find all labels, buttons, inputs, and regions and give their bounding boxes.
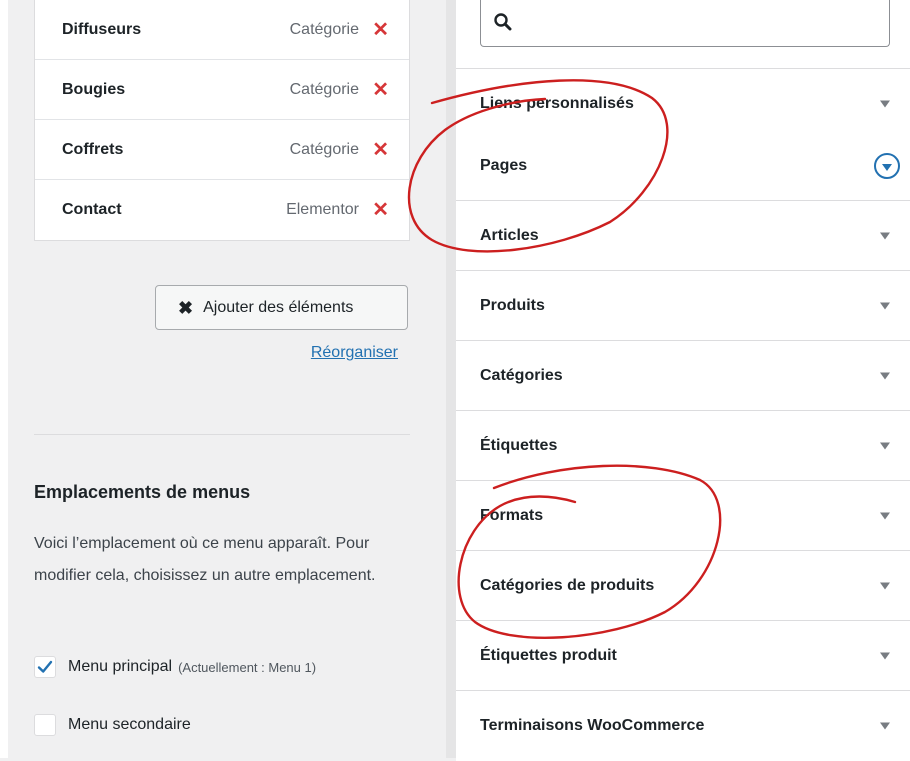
accordion-custom-links[interactable]: Liens personnalisés (456, 69, 910, 139)
chevron-down-icon[interactable] (880, 722, 890, 730)
location-option-secondary[interactable]: Menu secondaire (34, 714, 191, 736)
accordion-title: Catégories de produits (480, 576, 655, 594)
location-label: Menu secondaire (68, 716, 191, 733)
accordion-tags[interactable]: Étiquettes (456, 411, 910, 481)
menu-item[interactable]: Bougies Catégorie ✕ (35, 60, 409, 120)
menu-item[interactable]: Diffuseurs Catégorie ✕ (35, 0, 409, 60)
menu-locations-heading: Emplacements de menus (34, 482, 251, 502)
add-items-label: Ajouter des éléments (203, 298, 354, 316)
menu-item-type: Catégorie (289, 140, 359, 158)
delete-icon[interactable]: ✕ (372, 200, 389, 220)
chevron-down-icon[interactable] (880, 100, 890, 107)
menu-item-title: Bougies (62, 80, 126, 98)
chevron-down-icon[interactable] (880, 652, 890, 659)
delete-icon[interactable]: ✕ (372, 20, 389, 40)
accordion-title: Étiquettes (480, 436, 558, 454)
secondary-menu-checkbox[interactable] (34, 714, 56, 736)
accordion-title: Formats (480, 506, 544, 524)
menu-locations-description: Voici l’emplacement où ce menu apparaît.… (34, 535, 376, 584)
accordion-title: Produits (480, 296, 545, 314)
menu-items-list: Diffuseurs Catégorie ✕ Bougies Catégorie… (34, 0, 410, 241)
chevron-down-icon[interactable] (880, 302, 890, 309)
menu-item-type: Catégorie (289, 80, 359, 98)
accordion-title: Pages (480, 156, 528, 174)
accordion-woocommerce-endpoints[interactable]: Terminaisons WooCommerce (456, 691, 910, 761)
accordion-pages[interactable]: Pages (456, 131, 910, 201)
menu-item-type: Elementor (286, 201, 359, 218)
column-separator (446, 0, 456, 758)
menu-item-type: Catégorie (289, 20, 359, 38)
chevron-down-icon[interactable] (874, 152, 900, 179)
left-edge (0, 0, 8, 758)
chevron-down-icon[interactable] (880, 512, 890, 519)
accordion-title: Terminaisons WooCommerce (480, 717, 705, 734)
chevron-down-icon[interactable] (880, 442, 890, 449)
accordion-title: Articles (480, 226, 539, 244)
menu-item-title: Coffrets (62, 140, 124, 158)
accordion-title: Catégories (480, 366, 563, 384)
add-items-button[interactable]: ✖ Ajouter des éléments (155, 285, 408, 330)
search-input[interactable] (480, 0, 890, 47)
accordion-formats[interactable]: Formats (456, 481, 910, 551)
chevron-down-icon[interactable] (880, 232, 890, 239)
accordion-title: Étiquettes produit (480, 646, 617, 664)
delete-icon[interactable]: ✕ (372, 80, 389, 100)
primary-menu-checkbox[interactable] (34, 656, 56, 678)
menu-item-title: Diffuseurs (62, 20, 142, 38)
accordion-product-tags[interactable]: Étiquettes produit (456, 621, 910, 691)
checkmark-icon (37, 660, 53, 673)
menu-item[interactable]: Coffrets Catégorie ✕ (35, 120, 409, 180)
reorganize-link[interactable]: Réorganiser (311, 344, 398, 362)
chevron-down-icon[interactable] (880, 582, 890, 589)
accordion-title: Liens personnalisés (480, 94, 634, 112)
chevron-down-icon[interactable] (880, 372, 890, 379)
location-note: (Actuellement : Menu 1) (178, 659, 317, 675)
accordion-categories[interactable]: Catégories (456, 341, 910, 411)
search-icon (494, 13, 512, 31)
accordion-products[interactable]: Produits (456, 271, 910, 341)
menu-item-title: Contact (62, 201, 122, 218)
menu-item[interactable]: Contact Elementor ✕ (35, 180, 409, 240)
divider (34, 434, 410, 435)
close-icon: ✖ (178, 297, 194, 318)
menu-structure-panel: Diffuseurs Catégorie ✕ Bougies Catégorie… (0, 0, 446, 758)
delete-icon[interactable]: ✕ (372, 140, 389, 160)
location-option-primary[interactable]: Menu principal (Actuellement : Menu 1) (34, 656, 316, 678)
accordion-articles[interactable]: Articles (456, 201, 910, 271)
location-label: Menu principal (68, 658, 173, 675)
accordion-product-categories[interactable]: Catégories de produits (456, 551, 910, 621)
